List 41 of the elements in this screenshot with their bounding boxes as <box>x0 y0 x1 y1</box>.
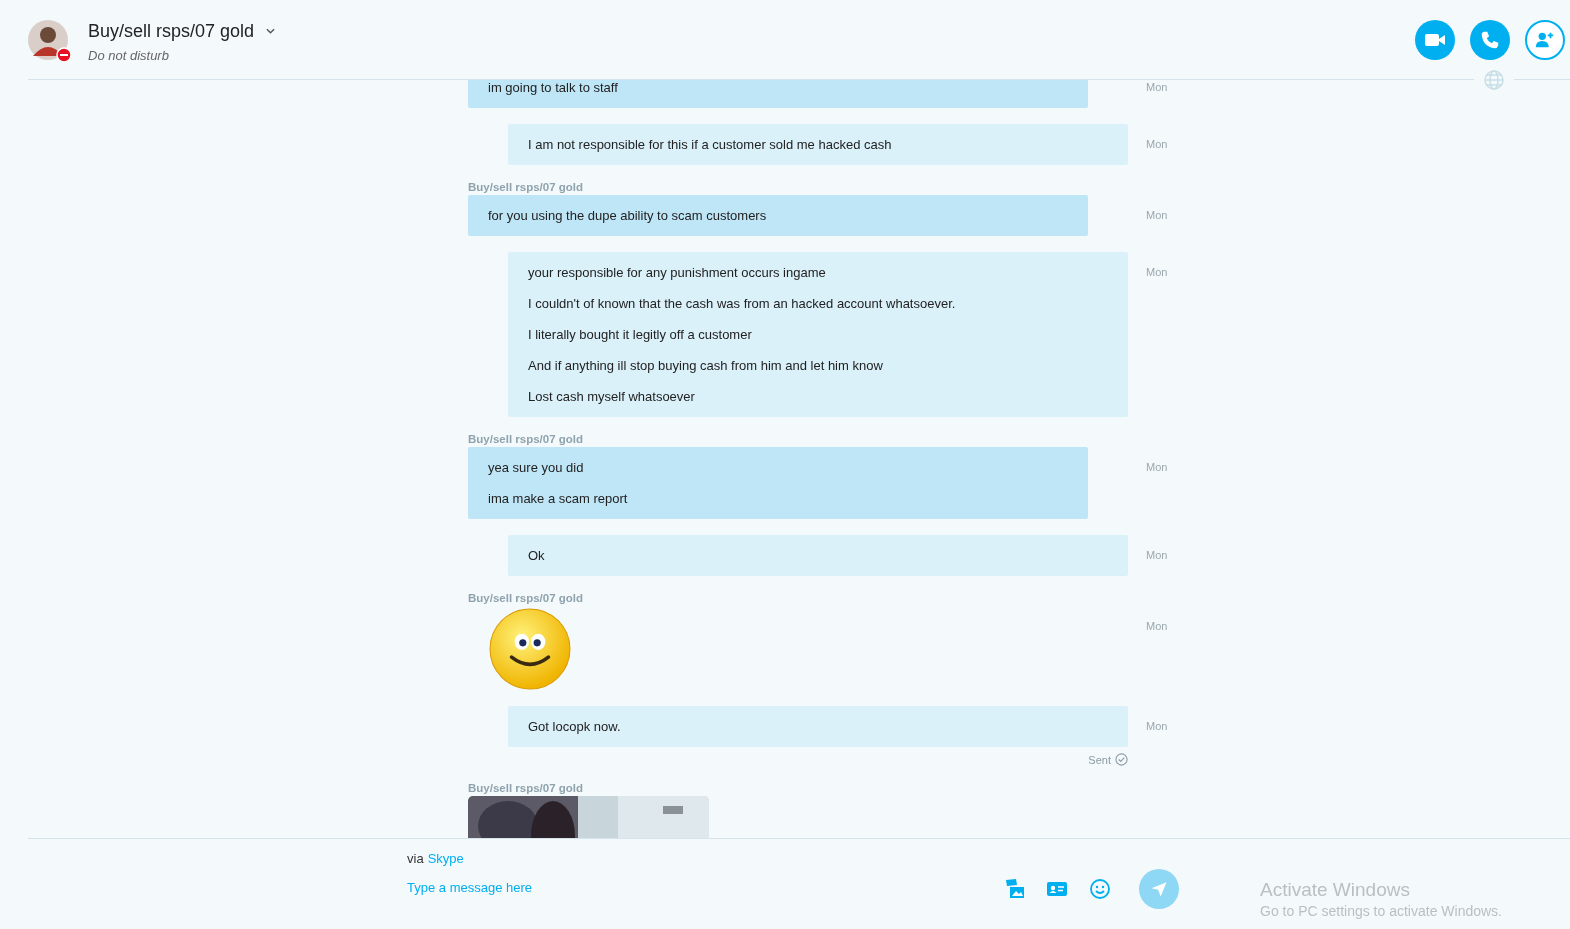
message-text: im going to talk to staff <box>488 80 619 97</box>
message-time: Mon <box>1146 137 1168 152</box>
video-call-button[interactable] <box>1415 19 1455 60</box>
message-time: Mon <box>1146 80 1168 95</box>
message-text: Lost cash myself whatsoever <box>528 388 696 406</box>
message-text: I am not responsible for this if a customer sold me hacked cash <box>528 136 893 154</box>
message-time: Mon <box>1146 208 1168 223</box>
message-time: Mon <box>1146 548 1168 563</box>
smiley-emoticon <box>489 608 571 690</box>
message-text: Got locopk now. <box>528 718 622 736</box>
emoticon-icon[interactable] <box>1088 877 1112 901</box>
add-people-button[interactable] <box>1525 19 1565 60</box>
activation-message: Go to PC settings to activate Windows. <box>1260 903 1502 919</box>
sender-name: Buy/sell rsps/07 gold <box>468 433 585 445</box>
message-text: yea sure you did <box>488 459 585 477</box>
avatar <box>28 19 68 60</box>
sender-name: Buy/sell rsps/07 gold <box>468 782 585 794</box>
presence-status: Do not disturb <box>88 47 170 63</box>
message-field[interactable]: Type a message here <box>407 880 707 895</box>
sender-name: Buy/sell rsps/07 gold <box>468 592 585 604</box>
activation-title: Activate Windows <box>1260 879 1411 901</box>
message-text: I literally bought it legitly off a customer <box>528 326 753 344</box>
message-time: Mon <box>1146 265 1168 280</box>
call-button[interactable] <box>1470 19 1510 60</box>
message-text: I couldn't of known that the cash was from an hacked account whatsoever. <box>528 295 957 313</box>
message-time: Mon <box>1146 719 1168 734</box>
message-text: for you using the dupe ability to scam customers <box>488 207 768 225</box>
chat-title[interactable]: Buy/sell rsps/07 gold <box>88 20 255 42</box>
via-label: via <box>407 851 424 866</box>
message-time: Mon <box>1146 460 1168 475</box>
message-text: ima make a scam report <box>488 490 629 508</box>
message-text: your responsible for any punishment occurs ingame <box>528 264 827 282</box>
send-button[interactable] <box>1139 869 1179 909</box>
message-text: Ok <box>528 547 546 565</box>
message-text: And if anything ill stop buying cash from him and let him know <box>528 357 884 375</box>
check-circle-icon <box>1115 753 1128 766</box>
message-time: Mon <box>1146 619 1168 634</box>
chevron-down-icon[interactable] <box>266 28 276 34</box>
sent-status: Sent <box>1088 753 1111 766</box>
globe-icon <box>1484 69 1504 90</box>
sender-name: Buy/sell rsps/07 gold <box>468 181 585 193</box>
